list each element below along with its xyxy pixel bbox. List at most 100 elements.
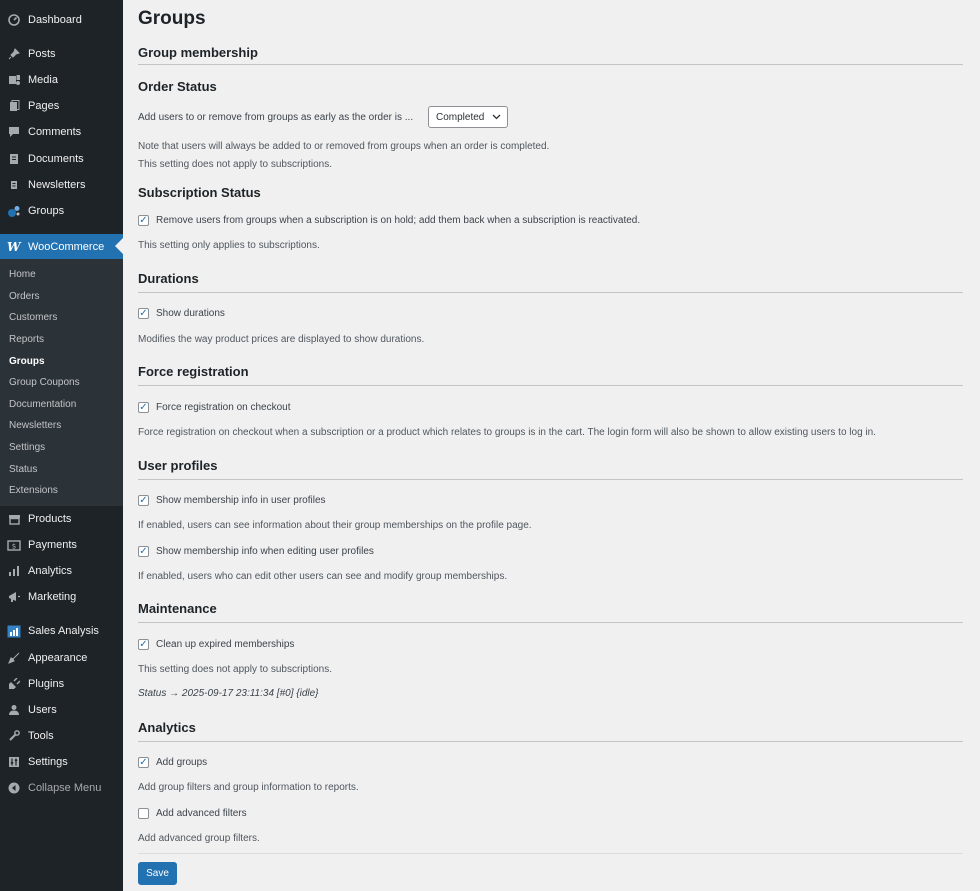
submenu-item-reports[interactable]: Reports xyxy=(9,334,44,345)
sidebar-item-woocommerce[interactable]: W WooCommerce xyxy=(0,234,123,259)
tools-icon xyxy=(7,729,21,743)
submenu-item-groups[interactable]: Groups xyxy=(9,356,45,367)
checkmark-icon: ✓ xyxy=(139,401,148,413)
documents-icon xyxy=(7,152,21,166)
checkmark-icon: ✓ xyxy=(139,638,148,650)
comment-icon xyxy=(7,125,21,139)
products-icon xyxy=(7,512,21,526)
sidebar-label: Posts xyxy=(28,48,56,60)
add-advanced-filters-desc: Add advanced group filters. xyxy=(138,833,260,844)
section-heading-order-status: Order Status xyxy=(138,79,217,94)
divider xyxy=(138,741,963,742)
sidebar-item-products[interactable]: Products xyxy=(0,509,123,529)
save-button[interactable]: Save xyxy=(138,862,177,885)
submenu-item-extensions[interactable]: Extensions xyxy=(9,485,58,496)
sidebar-label: Collapse Menu xyxy=(28,782,102,794)
sidebar-item-dashboard[interactable]: Dashboard xyxy=(0,10,123,30)
section-heading-maintenance: Maintenance xyxy=(138,601,217,616)
payments-icon: $ xyxy=(7,538,21,552)
page-title: Groups xyxy=(138,8,206,29)
sidebar-item-posts[interactable]: Posts xyxy=(0,44,123,64)
subscription-status-desc: This setting only applies to subscriptio… xyxy=(138,240,320,251)
submenu-item-group-coupons[interactable]: Group Coupons xyxy=(9,377,80,388)
main-content: Groups Group membership Order Status Add… xyxy=(138,0,963,891)
chevron-down-icon xyxy=(492,110,501,127)
newsletters-icon xyxy=(7,178,21,192)
force-registration-checkbox[interactable]: ✓ xyxy=(138,402,149,413)
maintenance-status: Status → 2025-09-17 23:11:34 [#0] {idle} xyxy=(138,688,319,699)
divider xyxy=(138,479,963,480)
membership-info-profiles-checkbox[interactable]: ✓ xyxy=(138,495,149,506)
collapse-icon xyxy=(7,781,21,795)
sidebar-item-analytics[interactable]: Analytics xyxy=(0,561,123,581)
cleanup-memberships-checkbox[interactable]: ✓ xyxy=(138,639,149,650)
add-groups-label: Add groups xyxy=(156,757,208,768)
divider xyxy=(138,622,963,623)
divider xyxy=(138,292,963,293)
dashboard-icon xyxy=(7,13,21,27)
current-menu-arrow xyxy=(115,238,123,254)
cleanup-memberships-label: Clean up expired memberships xyxy=(156,639,295,650)
woocommerce-logo-icon: W xyxy=(7,239,21,254)
subscription-hold-checkbox[interactable]: ✓ xyxy=(138,215,149,226)
submenu-item-customers[interactable]: Customers xyxy=(9,312,57,323)
sidebar-item-users[interactable]: Users xyxy=(0,700,123,720)
sidebar-item-payments[interactable]: $ Payments xyxy=(0,535,123,555)
sidebar-item-documents[interactable]: Documents xyxy=(0,149,123,169)
durations-desc: Modifies the way product prices are disp… xyxy=(138,334,425,345)
membership-info-editing-label: Show membership info when editing user p… xyxy=(156,546,374,557)
section-heading-durations: Durations xyxy=(138,271,199,286)
order-status-label: Add users to or remove from groups as ea… xyxy=(138,112,414,123)
plugins-icon xyxy=(7,677,21,691)
sidebar-item-media[interactable]: Media xyxy=(0,70,123,90)
sidebar-label: Users xyxy=(28,704,57,716)
sidebar-label: Dashboard xyxy=(28,14,82,26)
checkmark-icon: ✓ xyxy=(139,494,148,506)
section-heading-group-membership: Group membership xyxy=(138,45,258,60)
media-icon xyxy=(7,73,21,87)
add-groups-desc: Add group filters and group information … xyxy=(138,782,359,793)
sidebar-item-settings[interactable]: Settings xyxy=(0,752,123,772)
pin-icon xyxy=(7,47,21,61)
sidebar-label: Payments xyxy=(28,539,77,551)
submenu-item-newsletters[interactable]: Newsletters xyxy=(9,420,61,431)
divider xyxy=(138,853,963,854)
sidebar-item-plugins[interactable]: Plugins xyxy=(0,674,123,694)
submenu-item-settings[interactable]: Settings xyxy=(9,442,45,453)
sidebar-label: Appearance xyxy=(28,652,88,664)
sidebar-item-tools[interactable]: Tools xyxy=(0,726,123,746)
sidebar-label: Pages xyxy=(28,100,60,112)
add-advanced-filters-checkbox[interactable] xyxy=(138,808,149,819)
submenu-item-home[interactable]: Home xyxy=(9,269,36,280)
submenu-item-orders[interactable]: Orders xyxy=(9,291,40,302)
sidebar-label: Newsletters xyxy=(28,179,86,191)
membership-info-profiles-label: Show membership info in user profiles xyxy=(156,495,326,506)
order-status-note: Note that users will always be added to … xyxy=(138,141,550,152)
maintenance-desc: This setting does not apply to subscript… xyxy=(138,664,332,675)
sidebar-item-pages[interactable]: Pages xyxy=(0,96,123,116)
submenu-item-status[interactable]: Status xyxy=(9,464,37,475)
show-durations-checkbox[interactable]: ✓ xyxy=(138,308,149,319)
sidebar-label: Products xyxy=(28,513,72,525)
analytics-icon xyxy=(7,564,21,578)
collapse-menu-button[interactable]: Collapse Menu xyxy=(0,778,123,798)
sidebar-item-appearance[interactable]: Appearance xyxy=(0,648,123,668)
sidebar-item-marketing[interactable]: Marketing xyxy=(0,587,123,607)
groups-icon xyxy=(7,204,21,218)
sidebar-item-groups[interactable]: Groups xyxy=(0,201,123,221)
section-heading-force-registration: Force registration xyxy=(138,364,249,379)
membership-info-editing-desc: If enabled, users who can edit other use… xyxy=(138,571,508,582)
checkmark-icon: ✓ xyxy=(139,214,148,226)
sidebar-item-sales-analysis[interactable]: Sales Analysis xyxy=(0,621,123,641)
add-groups-checkbox[interactable]: ✓ xyxy=(138,757,149,768)
sidebar-item-comments[interactable]: Comments xyxy=(0,122,123,142)
sidebar-label: Settings xyxy=(28,756,68,768)
force-registration-label: Force registration on checkout xyxy=(156,402,291,413)
marketing-icon xyxy=(7,590,21,604)
sidebar-label: Groups xyxy=(28,205,65,217)
membership-info-editing-checkbox[interactable]: ✓ xyxy=(138,546,149,557)
sidebar-item-newsletters[interactable]: Newsletters xyxy=(0,175,123,195)
order-status-select[interactable]: Completed xyxy=(428,106,508,128)
sidebar-label: Analytics xyxy=(28,565,73,577)
submenu-item-documentation[interactable]: Documentation xyxy=(9,399,76,410)
